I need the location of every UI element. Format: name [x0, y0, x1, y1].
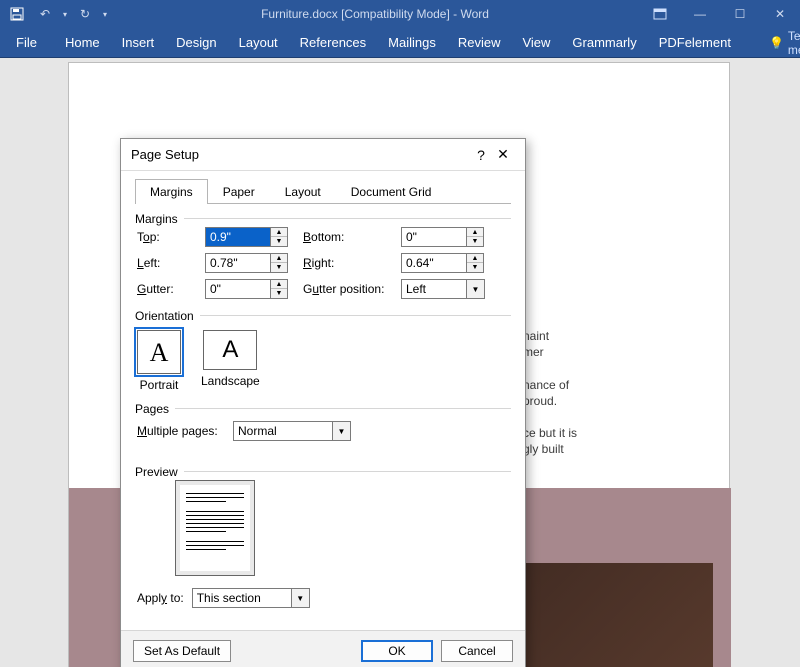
spin-down-icon[interactable]: ▼ — [467, 237, 483, 246]
gutter-position-select[interactable]: ▼ — [401, 279, 485, 299]
top-label: Top: — [137, 230, 197, 244]
multiple-pages-label: Multiple pages: — [137, 424, 221, 438]
orientation-landscape[interactable]: A Landscape — [201, 330, 260, 392]
tab-grammarly[interactable]: Grammarly — [570, 31, 638, 54]
tell-me[interactable]: 💡 Tell me... — [769, 29, 800, 57]
cancel-button[interactable]: Cancel — [441, 640, 513, 662]
bottom-label: Bottom: — [303, 230, 393, 244]
portrait-label: Portrait — [140, 378, 179, 392]
maximize-icon[interactable]: ☐ — [720, 0, 760, 28]
chevron-down-icon[interactable]: ▼ — [292, 588, 310, 608]
dialog-titlebar[interactable]: Page Setup ? ✕ — [121, 139, 525, 171]
apply-to-select[interactable]: ▼ — [192, 588, 312, 608]
set-as-default-button[interactable]: Set As Default — [133, 640, 231, 662]
tab-file[interactable]: File — [8, 31, 45, 54]
quick-access-toolbar: ↶ ▾ ↻ ▾ — [0, 2, 110, 26]
chevron-down-icon[interactable]: ▼ — [333, 421, 351, 441]
window-title: Furniture.docx [Compatibility Mode] - Wo… — [110, 7, 640, 21]
spin-down-icon[interactable]: ▼ — [467, 263, 483, 272]
dialog-tabs: Margins Paper Layout Document Grid — [135, 179, 511, 204]
preview-image — [175, 480, 255, 576]
tab-insert[interactable]: Insert — [120, 31, 157, 54]
left-input[interactable] — [205, 253, 271, 273]
window-controls: — ☐ ✕ — [640, 0, 800, 28]
orientation-group-label: Orientation — [135, 309, 200, 323]
tell-me-label: Tell me... — [788, 29, 800, 57]
spin-up-icon[interactable]: ▲ — [271, 254, 287, 263]
landscape-icon: A — [203, 330, 257, 370]
spin-down-icon[interactable]: ▼ — [271, 237, 287, 246]
tab-pdfelement[interactable]: PDFelement — [657, 31, 733, 54]
orientation-portrait[interactable]: A Portrait — [137, 330, 181, 392]
portrait-icon: A — [137, 330, 181, 374]
preview-group-label: Preview — [135, 465, 184, 479]
bottom-input[interactable] — [401, 227, 467, 247]
gutter-label: Gutter: — [137, 282, 197, 296]
document-canvas: naint mer nance of proud. ce but it is g… — [0, 58, 800, 667]
spin-down-icon[interactable]: ▼ — [271, 289, 287, 298]
spin-up-icon[interactable]: ▲ — [271, 280, 287, 289]
save-icon[interactable] — [4, 2, 30, 26]
apply-to-value[interactable] — [192, 588, 292, 608]
ok-button[interactable]: OK — [361, 640, 433, 662]
tab-layout-dialog[interactable]: Layout — [270, 179, 336, 204]
right-label: Right: — [303, 256, 393, 270]
help-icon[interactable]: ? — [471, 147, 491, 163]
tab-home[interactable]: Home — [63, 31, 102, 54]
close-icon[interactable]: ✕ — [760, 0, 800, 28]
ribbon-tabs: File Home Insert Design Layout Reference… — [0, 28, 800, 58]
left-spinner[interactable]: ▲▼ — [205, 253, 289, 273]
gutter-position-value[interactable] — [401, 279, 467, 299]
pages-group-label: Pages — [135, 402, 175, 416]
dialog-title: Page Setup — [131, 147, 471, 162]
titlebar: ↶ ▾ ↻ ▾ Furniture.docx [Compatibility Mo… — [0, 0, 800, 28]
tab-view[interactable]: View — [520, 31, 552, 54]
close-dialog-icon[interactable]: ✕ — [491, 146, 515, 163]
spin-up-icon[interactable]: ▲ — [467, 254, 483, 263]
undo-icon[interactable]: ↶ — [32, 2, 58, 26]
multiple-pages-value[interactable] — [233, 421, 333, 441]
spin-up-icon[interactable]: ▲ — [467, 228, 483, 237]
gutter-position-label: Gutter position: — [303, 282, 393, 296]
landscape-label: Landscape — [201, 374, 260, 388]
left-label: Left: — [137, 256, 197, 270]
tab-references[interactable]: References — [298, 31, 368, 54]
apply-to-label: Apply to: — [137, 591, 184, 605]
tab-mailings[interactable]: Mailings — [386, 31, 438, 54]
multiple-pages-select[interactable]: ▼ — [233, 421, 353, 441]
qat-customize-icon[interactable]: ▾ — [100, 2, 110, 26]
right-spinner[interactable]: ▲▼ — [401, 253, 485, 273]
tab-review[interactable]: Review — [456, 31, 503, 54]
margins-group-label: Margins — [135, 212, 184, 226]
gutter-input[interactable] — [205, 279, 271, 299]
page-setup-dialog: Page Setup ? ✕ Margins Paper Layout Docu… — [120, 138, 526, 667]
spin-up-icon[interactable]: ▲ — [271, 228, 287, 237]
tab-layout[interactable]: Layout — [237, 31, 280, 54]
tab-design[interactable]: Design — [174, 31, 218, 54]
chevron-down-icon[interactable]: ▼ — [467, 279, 485, 299]
top-spinner[interactable]: ▲▼ — [205, 227, 289, 247]
top-input[interactable] — [205, 227, 271, 247]
bottom-spinner[interactable]: ▲▼ — [401, 227, 485, 247]
right-input[interactable] — [401, 253, 467, 273]
redo-icon[interactable]: ↻ — [72, 2, 98, 26]
dialog-button-row: Set As Default OK Cancel — [121, 630, 525, 667]
minimize-icon[interactable]: — — [680, 0, 720, 28]
undo-dropdown-icon[interactable]: ▾ — [60, 2, 70, 26]
lightbulb-icon: 💡 — [769, 36, 784, 50]
spin-down-icon[interactable]: ▼ — [271, 263, 287, 272]
tab-margins[interactable]: Margins — [135, 179, 208, 204]
tab-paper[interactable]: Paper — [208, 179, 270, 204]
ribbon-options-icon[interactable] — [640, 0, 680, 28]
page-body-text: naint mer nance of proud. ce but it is g… — [523, 328, 577, 458]
tab-document-grid[interactable]: Document Grid — [336, 179, 447, 204]
gutter-spinner[interactable]: ▲▼ — [205, 279, 289, 299]
